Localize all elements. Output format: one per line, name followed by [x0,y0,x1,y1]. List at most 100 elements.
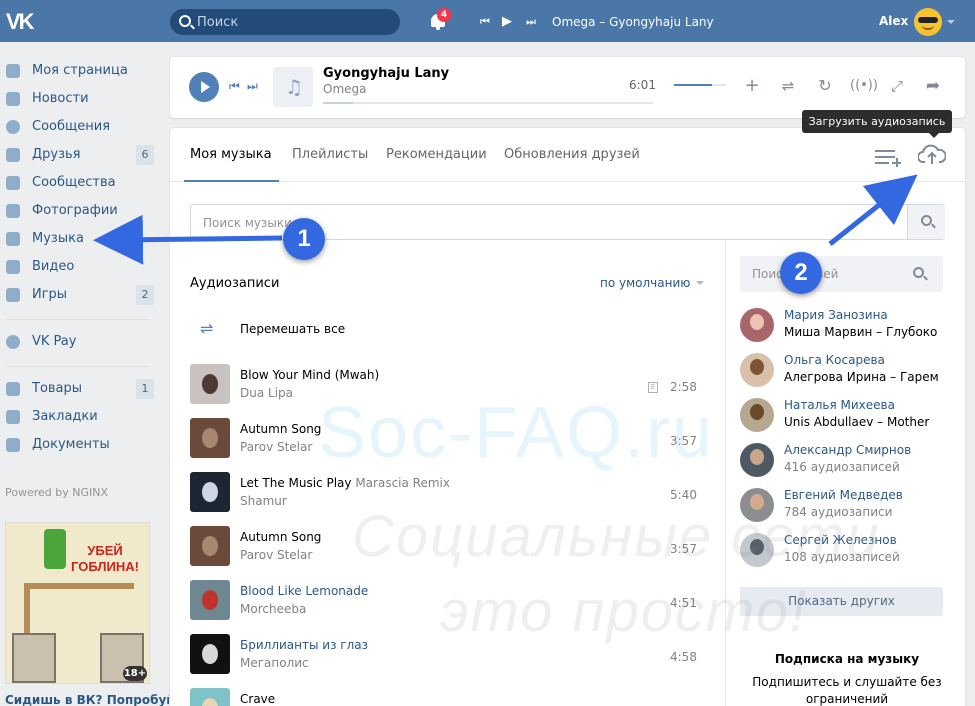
sidebar-item-messages[interactable]: Сообщения [0,113,160,141]
track-artist[interactable]: Parov Stelar [240,548,312,562]
ad-illustration [24,583,134,589]
vk-logo[interactable]: VK [6,9,40,34]
chevron-down-icon[interactable] [947,20,955,24]
progress-bar[interactable] [323,102,653,104]
global-search-input[interactable] [197,13,387,31]
track-title: Blow Your Mind (Mwah) [240,368,380,382]
upload-icon[interactable] [918,144,946,166]
sidebar-item-goods[interactable]: Товары 1 [0,375,160,403]
tab-recommendations[interactable]: Рекомендации [386,147,487,162]
prev-track-icon[interactable]: ⏮ [229,79,240,94]
top-now-playing[interactable]: Omega – Gyongyhaju Lany [552,15,714,29]
sidebar-item-vkpay[interactable]: VK Pay [0,328,160,356]
goods-count-badge: 1 [136,379,154,399]
ad-caption[interactable]: Сидишь в ВК? Попробуй [5,693,175,706]
track-artist[interactable]: Dua Lipa [240,386,293,400]
sidebar-item-documents[interactable]: Документы [0,431,160,459]
music-search-button[interactable] [907,205,945,239]
play-icon[interactable]: ▶ [502,14,512,29]
avatar[interactable] [740,398,774,432]
friend-search-input[interactable] [752,265,902,283]
sort-dropdown[interactable]: по умолчанию [600,276,690,290]
sidebar-item-photos[interactable]: Фотографии [0,197,160,225]
user-icon [6,64,20,78]
prev-track-icon[interactable]: ⏮ [480,15,490,29]
global-search[interactable] [170,9,400,35]
avatar[interactable] [740,443,774,477]
friend-item[interactable]: Ольга Косарева Алегрова Ирина – Гарем [740,353,945,393]
sidebar-item-my-page[interactable]: Моя страница [0,57,160,85]
tab-my-music[interactable]: Моя музыка [190,147,272,162]
sidebar-item-bookmarks[interactable]: Закладки [0,403,160,431]
sidebar-item-news[interactable]: Новости [0,85,160,113]
search-icon [179,15,191,27]
track-cover: ♫ [273,67,313,107]
avatar[interactable] [914,8,942,36]
chat-icon [6,120,20,134]
shuffle-all-button[interactable]: ⇌ Перемешать все [190,316,710,344]
shuffle-icon[interactable]: ⇌ [777,75,799,97]
shuffle-icon: ⇌ [200,319,214,338]
subscription-text: Подпишитесь и слушайте без ограничений [752,675,942,706]
audio-heading: Аудиозаписи [190,276,280,291]
sidebar-item-video[interactable]: Видео [0,253,160,281]
friend-search[interactable] [740,256,943,292]
track-artist[interactable]: Parov Stelar [240,440,312,454]
chevron-down-icon[interactable] [696,281,704,285]
friend-name[interactable]: Наталья Михеева [784,398,895,412]
search-icon [921,215,932,226]
friend-name[interactable]: Мария Занозина [784,308,888,322]
add-icon[interactable]: + [741,75,763,97]
similar-icon[interactable]: ⤢ [886,75,908,97]
avatar[interactable] [740,308,774,342]
track-cover [190,580,230,620]
gamepad-icon [6,288,20,302]
sidebar-item-label: Документы [32,437,110,452]
sidebar-item-label: Закладки [32,409,98,424]
track-row[interactable]: Crave [190,688,710,706]
track-duration: 5:40 [670,488,697,502]
bag-icon [6,382,20,396]
ad-banner[interactable]: УБЕЙ ГОБЛИНА! 18+ [5,522,150,684]
friend-name[interactable]: Александр Смирнов [784,443,911,457]
subscription-title: Подписка на музыку [774,652,920,666]
friend-track[interactable]: Алегрова Ирина – Гарем [784,370,944,384]
friend-track[interactable]: Миша Марвин – Глубоко [784,325,944,339]
player-track-artist[interactable]: Omega [323,82,367,96]
play-button[interactable] [189,72,219,102]
friend-icon [6,148,20,162]
next-track-icon[interactable]: ⏭ [526,15,536,29]
track-artist[interactable]: Мегаполис [240,656,309,670]
sidebar-item-friends[interactable]: Друзья 6 [0,141,160,169]
friends-count-badge: 6 [136,145,154,165]
share-icon[interactable]: ➦ [922,75,944,97]
track-cover [190,418,230,458]
track-artist[interactable]: Shamur [240,494,287,508]
sidebar-item-music[interactable]: Музыка [0,225,160,253]
sidebar-item-label: Фотографии [32,203,118,218]
tab-playlists[interactable]: Плейлисты [292,147,368,162]
track-artist[interactable]: Morcheeba [240,602,306,616]
friend-track[interactable]: Unis Abdullaev – Mother [784,415,944,429]
add-playlist-icon[interactable] [875,148,901,168]
sidebar-item-games[interactable]: Игры 2 [0,281,160,309]
broadcast-icon[interactable]: ((•)) [850,75,878,97]
repeat-icon[interactable]: ↻ [814,75,836,97]
sidebar-item-label: Моя страница [32,63,128,78]
avatar[interactable] [740,353,774,387]
tab-friends-updates[interactable]: Обновления друзей [504,147,640,162]
friend-item[interactable]: Мария Занозина Миша Марвин – Глубоко [740,308,945,348]
friend-name[interactable]: Ольга Косарева [784,353,885,367]
volume-slider[interactable] [674,84,726,86]
next-track-icon[interactable]: ⏭ [247,79,258,94]
user-name[interactable]: Alex [879,14,908,28]
friend-name[interactable]: Евгений Медведев [784,488,903,502]
sidebar-item-groups[interactable]: Сообщества [0,169,160,197]
friend-item[interactable]: Александр Смирнов 416 аудиозаписей [740,443,945,483]
player-track-title[interactable]: Gyongyhaju Lany [323,66,449,81]
track-cover [190,364,230,404]
top-bar: VK 4 ⏮ ▶ ⏭ Omega – Gyongyhaju Lany Alex [0,0,975,42]
audio-player: ⏮ ⏭ ♫ Gyongyhaju Lany Omega 6:01 + ⇌ ↻ (… [170,57,965,118]
track-cover [190,526,230,566]
friend-item[interactable]: Наталья Михеева Unis Abdullaev – Mother [740,398,945,438]
